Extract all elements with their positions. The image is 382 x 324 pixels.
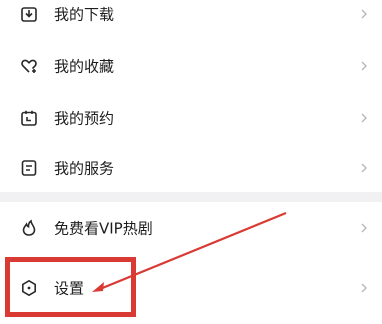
menu-item-services[interactable]: 我的服务 <box>0 142 382 194</box>
menu-item-label: 我的服务 <box>54 159 115 178</box>
chevron-right-icon <box>360 162 368 174</box>
chevron-right-icon <box>360 8 368 20</box>
chevron-right-icon <box>360 112 368 124</box>
chevron-right-icon <box>360 60 368 72</box>
menu-item-favorites[interactable]: 我的收藏 <box>0 40 382 92</box>
service-document-icon <box>20 159 38 177</box>
flame-icon <box>20 219 38 237</box>
menu-item-free-vip[interactable]: 免费看VIP热剧 <box>0 202 382 254</box>
menu-item-label: 我的收藏 <box>54 57 115 76</box>
chevron-right-icon <box>360 282 368 294</box>
download-icon <box>20 5 38 23</box>
menu-item-settings[interactable]: 设置 <box>0 262 382 314</box>
menu-item-label: 免费看VIP热剧 <box>54 219 153 238</box>
calendar-icon <box>20 109 38 127</box>
chevron-right-icon <box>360 222 368 234</box>
menu-item-reservations[interactable]: 我的预约 <box>0 92 382 144</box>
menu-group-primary: 我的下载 我的收藏 我的预约 我的服务 <box>0 0 382 192</box>
menu-item-label: 我的预约 <box>54 109 115 128</box>
menu-item-label: 我的下载 <box>54 5 115 24</box>
favorite-heart-icon <box>20 57 38 75</box>
menu-item-download[interactable]: 我的下载 <box>0 0 382 40</box>
settings-icon <box>20 279 38 297</box>
menu-item-label: 设置 <box>54 279 85 298</box>
